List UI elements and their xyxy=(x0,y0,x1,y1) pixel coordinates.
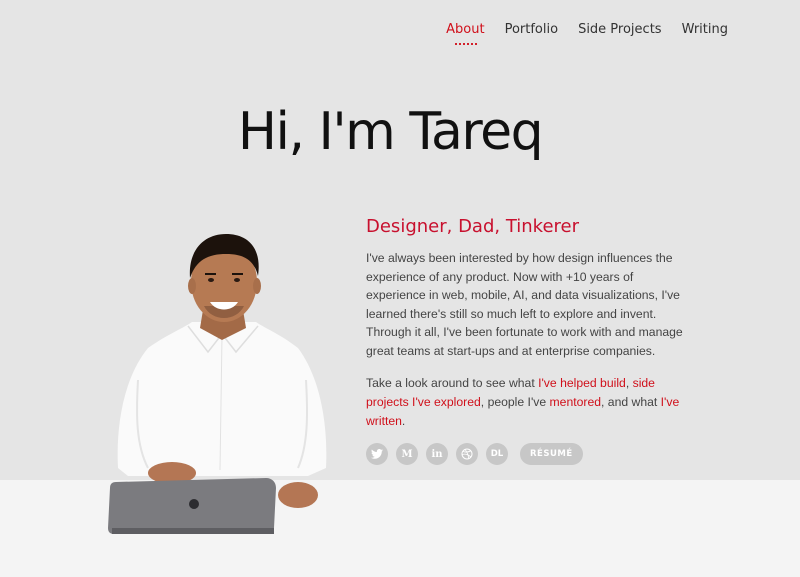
intro-section: Designer, Dad, Tinkerer I've always been… xyxy=(366,216,696,431)
social-links: M in DL RÉSUMÉ xyxy=(366,443,583,465)
dribbble-icon[interactable] xyxy=(456,443,478,465)
nav-side-projects[interactable]: Side Projects xyxy=(578,22,662,37)
resume-button[interactable]: RÉSUMÉ xyxy=(520,443,583,465)
intro-bio: I've always been interested by how desig… xyxy=(366,251,683,358)
cta-text: , xyxy=(625,376,633,390)
cta-text: , and what xyxy=(601,395,661,409)
nav-writing[interactable]: Writing xyxy=(682,22,728,37)
medium-icon[interactable]: M xyxy=(396,443,418,465)
link-helped-build[interactable]: I've helped build xyxy=(538,376,626,390)
main-nav: About Portfolio Side Projects Writing xyxy=(446,22,728,45)
hero-title: Hi, I'm Tareq xyxy=(237,102,544,162)
cta-text: , people I've xyxy=(480,395,550,409)
intro-subtitle: Designer, Dad, Tinkerer xyxy=(366,216,580,237)
linkedin-icon[interactable]: in xyxy=(426,443,448,465)
nav-portfolio[interactable]: Portfolio xyxy=(505,22,558,37)
cta-text: Take a look around to see what xyxy=(366,376,539,390)
cta-text: . xyxy=(401,414,406,428)
dl-icon[interactable]: DL xyxy=(486,443,508,465)
twitter-icon[interactable] xyxy=(366,443,388,465)
portrait-photo xyxy=(108,234,327,534)
intro-cta: Take a look around to see what I've help… xyxy=(366,374,696,431)
link-mentored[interactable]: mentored xyxy=(550,395,602,409)
nav-about[interactable]: About xyxy=(446,22,485,45)
